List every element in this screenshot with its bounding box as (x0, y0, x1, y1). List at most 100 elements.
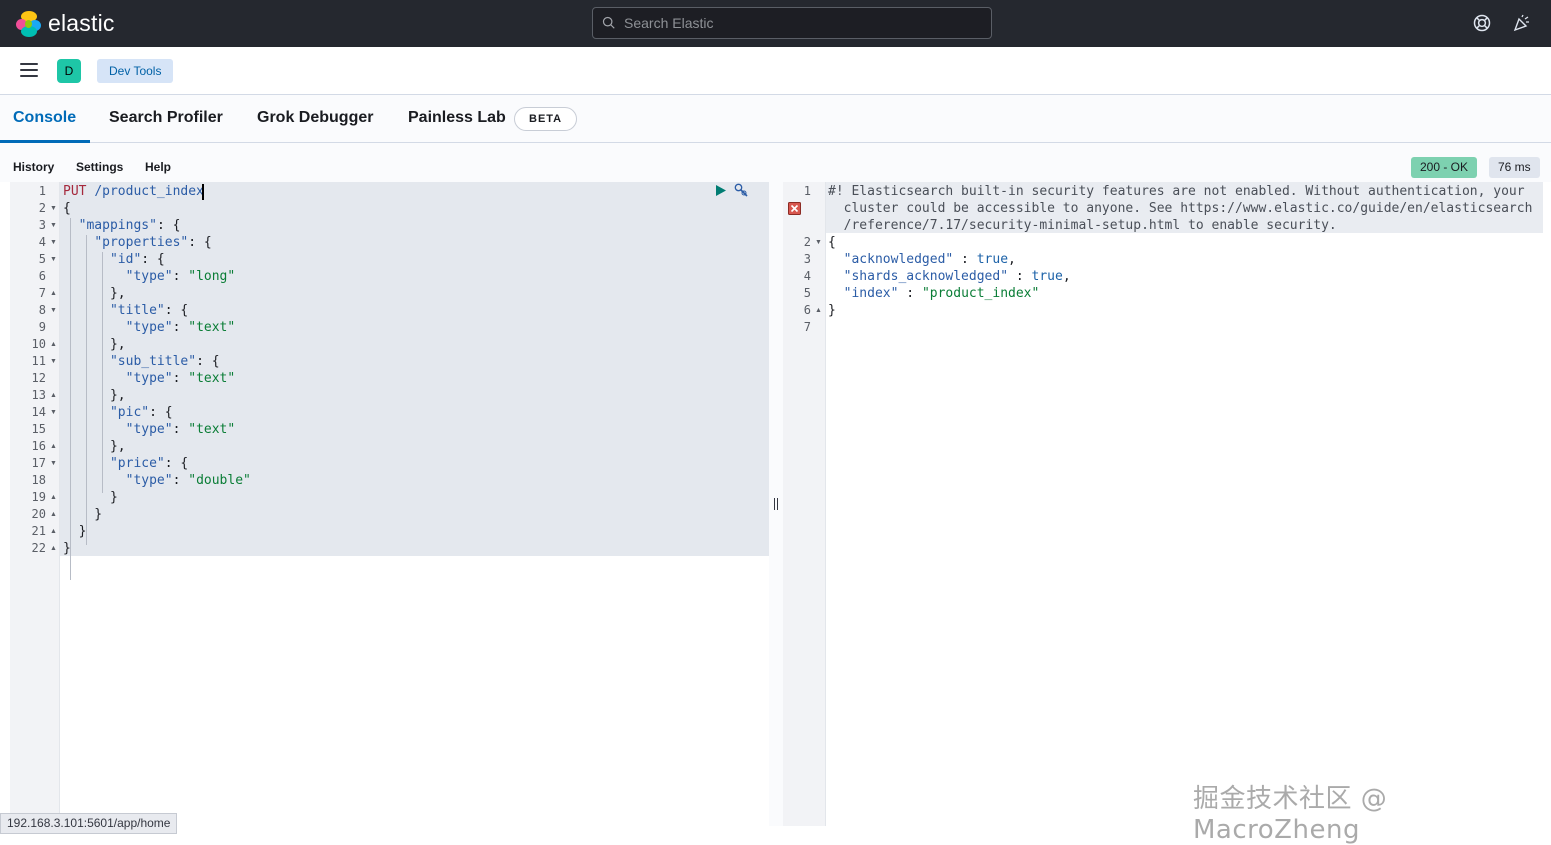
request-line-number: 21 (31, 524, 46, 538)
request-line-number: 11 (31, 354, 46, 368)
fold-open-icon[interactable]: ▼ (50, 455, 57, 472)
response-code-line: { (828, 235, 836, 250)
request-code-line: { (63, 201, 71, 216)
tab-painless-lab[interactable]: Painless Lab (408, 109, 506, 127)
request-line-number: 22 (31, 541, 46, 555)
response-time-badge: 76 ms (1489, 157, 1540, 178)
request-line-number: 13 (31, 388, 46, 402)
breadcrumb-dev-tools[interactable]: Dev Tools (97, 59, 174, 83)
fold-close-icon[interactable]: ▲ (50, 336, 57, 353)
newsfeed-icon[interactable] (1513, 14, 1531, 32)
fold-close-icon[interactable]: ▲ (50, 285, 57, 302)
fold-open-icon[interactable]: ▼ (50, 217, 57, 234)
security-warning-line: /reference/7.17/security-minimal-setup.h… (828, 218, 1337, 233)
response-line-number: 5 (803, 286, 811, 300)
response-code-line: "acknowledged" : true, (843, 252, 1016, 267)
fold-open-icon[interactable]: ▼ (50, 234, 57, 251)
request-line-number: 12 (31, 371, 46, 385)
request-code-line: }, (63, 439, 126, 454)
search-icon (602, 16, 615, 29)
response-code-line: "shards_acknowledged" : true, (843, 269, 1071, 284)
fold-close-icon[interactable]: ▲ (50, 506, 57, 523)
security-warning-line: cluster could be accessible to anyone. S… (828, 201, 1533, 216)
console-menu: History Settings Help 200 - OK 76 ms (0, 143, 1551, 182)
fold-close-icon[interactable]: ▲ (50, 387, 57, 404)
watermark-text: 掘金技术社区 @ MacroZheng (1193, 784, 1388, 845)
logo-text: elastic (48, 10, 115, 36)
search-input[interactable]: Search Elastic (592, 7, 992, 39)
response-line-number: 1 (803, 184, 811, 198)
fold-close-icon[interactable]: ▲ (50, 438, 57, 455)
response-status-badge: 200 - OK (1411, 157, 1478, 178)
menu-icon[interactable] (20, 63, 38, 77)
response-line-number: 6 (803, 303, 811, 317)
beta-badge: BETA (514, 107, 578, 131)
fold-open-icon[interactable]: ▼ (50, 353, 57, 370)
request-line-number: 6 (38, 269, 46, 283)
request-code-line: } (63, 507, 103, 522)
wrench-icon[interactable] (734, 183, 749, 198)
request-line-number: 17 (31, 456, 46, 470)
response-line-number: 4 (803, 269, 811, 283)
request-line-number: 4 (38, 235, 46, 249)
request-code-line: }, (63, 337, 126, 352)
elastic-logo[interactable]: elastic (16, 10, 115, 37)
request-line-number: 5 (38, 252, 46, 266)
request-line-number: 10 (31, 337, 46, 351)
fold-open-icon[interactable]: ▼ (815, 234, 822, 251)
history-link[interactable]: History (13, 160, 54, 174)
fold-close-icon[interactable]: ▲ (50, 540, 57, 557)
dev-tools-tabs: Console Search Profiler Grok Debugger Pa… (0, 95, 1551, 143)
request-line-number: 15 (31, 422, 46, 436)
security-warning-line: #! Elasticsearch built-in security featu… (828, 184, 1525, 199)
send-request-icon[interactable] (715, 184, 727, 197)
fold-close-icon[interactable]: ▲ (50, 489, 57, 506)
settings-link[interactable]: Settings (76, 160, 123, 174)
request-line-number: 20 (31, 507, 46, 521)
request-code-line: "type": "text" (125, 371, 236, 386)
request-line-number: 16 (31, 439, 46, 453)
tab-search-profiler[interactable]: Search Profiler (109, 109, 223, 127)
request-line-number: 7 (38, 286, 46, 300)
request-editor[interactable]: 1 PUT /product_index 2 ▼ {3 ▼ "mappings": {4 ▼… (10, 182, 769, 826)
tab-grok-debugger[interactable]: Grok Debugger (257, 109, 373, 127)
help-link[interactable]: Help (145, 160, 171, 174)
response-editor: 1 #! Elasticsearch built-in security feat… (783, 182, 1543, 826)
response-line-number: 3 (803, 252, 811, 266)
request-line-number: 1 (38, 184, 46, 198)
request-line-number: 8 (38, 303, 46, 317)
status-url: 192.168.3.101:5601/app/home (0, 813, 178, 834)
space-avatar[interactable]: D (57, 59, 81, 83)
request-line-number: 3 (38, 218, 46, 232)
request-code-line: PUT /product_index (63, 184, 204, 199)
request-line-number: 14 (31, 405, 46, 419)
indent-guide (70, 218, 71, 580)
request-code-line: "pic": { (109, 405, 173, 420)
request-line-number: 19 (31, 490, 46, 504)
response-line-number: 2 (803, 235, 811, 249)
request-code-line: "type": "double" (125, 473, 251, 488)
request-line-number: 9 (38, 320, 46, 334)
text-cursor (202, 184, 204, 200)
fold-close-icon[interactable]: ▲ (815, 302, 822, 319)
response-code-line: "index" : "product_index" (843, 286, 1040, 301)
fold-open-icon[interactable]: ▼ (50, 200, 57, 217)
request-code-line: "type": "text" (125, 422, 236, 437)
fold-open-icon[interactable]: ▼ (50, 251, 57, 268)
fold-open-icon[interactable]: ▼ (50, 404, 57, 421)
indent-guide (102, 388, 103, 492)
pane-resizer[interactable] (769, 182, 783, 826)
help-icon[interactable] (1473, 14, 1491, 32)
indent-guide (102, 252, 103, 374)
resize-handle-icon (774, 498, 778, 510)
request-line-number: 2 (38, 201, 46, 215)
response-code-line: } (828, 303, 836, 318)
fold-close-icon[interactable]: ▲ (50, 523, 57, 540)
request-code-line: "price": { (109, 456, 189, 471)
indent-guide (86, 235, 87, 545)
request-code-line: "type": "long" (125, 269, 236, 284)
top-header: elastic Search Elastic (0, 0, 1551, 47)
fold-open-icon[interactable]: ▼ (50, 302, 57, 319)
breadcrumb-bar: D Dev Tools (0, 47, 1551, 95)
tab-console[interactable]: Console (13, 109, 76, 127)
